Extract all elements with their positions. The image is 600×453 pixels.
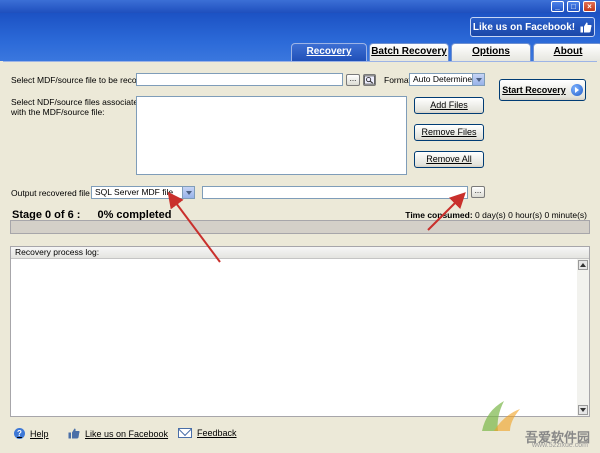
help-icon: ?: [14, 428, 25, 439]
thumbs-up-icon: [68, 428, 80, 439]
facebook-link[interactable]: Like us on Facebook: [68, 428, 168, 439]
output-type-dropdown[interactable]: SQL Server MDF file: [91, 186, 195, 199]
header-band: Like us on Facebook! Recovery Batch Reco…: [0, 13, 600, 61]
output-path-input[interactable]: [202, 186, 468, 199]
chevron-down-icon[interactable]: [472, 74, 484, 85]
help-label: Help: [30, 428, 49, 439]
help-link[interactable]: ? Help: [14, 428, 49, 439]
add-files-button[interactable]: Add Files: [414, 97, 484, 114]
source-file-input[interactable]: [136, 73, 343, 86]
source-browse-button[interactable]: ...: [346, 74, 360, 86]
recovery-panel: Select MDF/source file to be recovered: …: [3, 61, 597, 420]
recovery-log-title: Recovery process log:: [11, 247, 589, 259]
title-bar: _ □ ×: [0, 0, 600, 13]
remove-files-button[interactable]: Remove Files: [414, 124, 484, 141]
tab-bar: Recovery Batch Recovery Options About: [291, 43, 600, 61]
maximize-button[interactable]: □: [567, 1, 580, 12]
go-arrow-icon: [570, 84, 583, 96]
scroll-up-icon[interactable]: [578, 260, 588, 270]
envelope-icon: [178, 428, 192, 438]
feedback-link[interactable]: Feedback: [178, 428, 237, 438]
start-recovery-label: Start Recovery: [502, 85, 566, 95]
format-value: Auto Determined: [413, 74, 477, 84]
tab-about[interactable]: About: [533, 43, 600, 61]
tab-options[interactable]: Options: [451, 43, 531, 61]
tab-batch-recovery[interactable]: Batch Recovery: [369, 43, 449, 61]
format-dropdown[interactable]: Auto Determined: [409, 73, 485, 86]
search-file-button[interactable]: [363, 74, 376, 86]
associated-files-list[interactable]: [136, 96, 407, 175]
facebook-like-label: Like us on Facebook!: [472, 21, 576, 33]
recovery-log-panel: Recovery process log:: [10, 246, 590, 417]
start-recovery-button[interactable]: Start Recovery: [499, 79, 586, 101]
time-consumed-value: 0 day(s) 0 hour(s) 0 minute(s): [475, 210, 587, 220]
time-consumed: Time consumed: 0 day(s) 0 hour(s) 0 minu…: [405, 210, 587, 220]
time-consumed-label: Time consumed:: [405, 210, 473, 220]
watermark-url: www.52zixue.com: [531, 442, 588, 449]
magnifier-icon: [364, 75, 375, 85]
output-type-value: SQL Server MDF file: [95, 187, 174, 197]
tab-recovery[interactable]: Recovery: [291, 43, 367, 61]
progress-bar: [10, 220, 590, 234]
thumbs-up-icon: [580, 22, 592, 32]
site-watermark: 吾爱软件园 www.52zixue.com: [472, 393, 596, 451]
facebook-link-label: Like us on Facebook: [85, 428, 169, 439]
feedback-label: Feedback: [197, 428, 237, 438]
associated-files-label-line1: Select NDF/source files associated: [11, 97, 143, 107]
facebook-like-button[interactable]: Like us on Facebook!: [470, 17, 595, 37]
output-browse-button[interactable]: ...: [471, 186, 485, 198]
associated-files-label-line2: with the MDF/source file:: [11, 107, 105, 117]
close-button[interactable]: ×: [583, 1, 596, 12]
window-controls: _ □ ×: [551, 1, 596, 12]
remove-all-button[interactable]: Remove All: [414, 151, 484, 168]
output-file-label: Output recovered file as:: [11, 188, 104, 198]
chevron-down-icon[interactable]: [182, 187, 194, 198]
minimize-button[interactable]: _: [551, 1, 564, 12]
